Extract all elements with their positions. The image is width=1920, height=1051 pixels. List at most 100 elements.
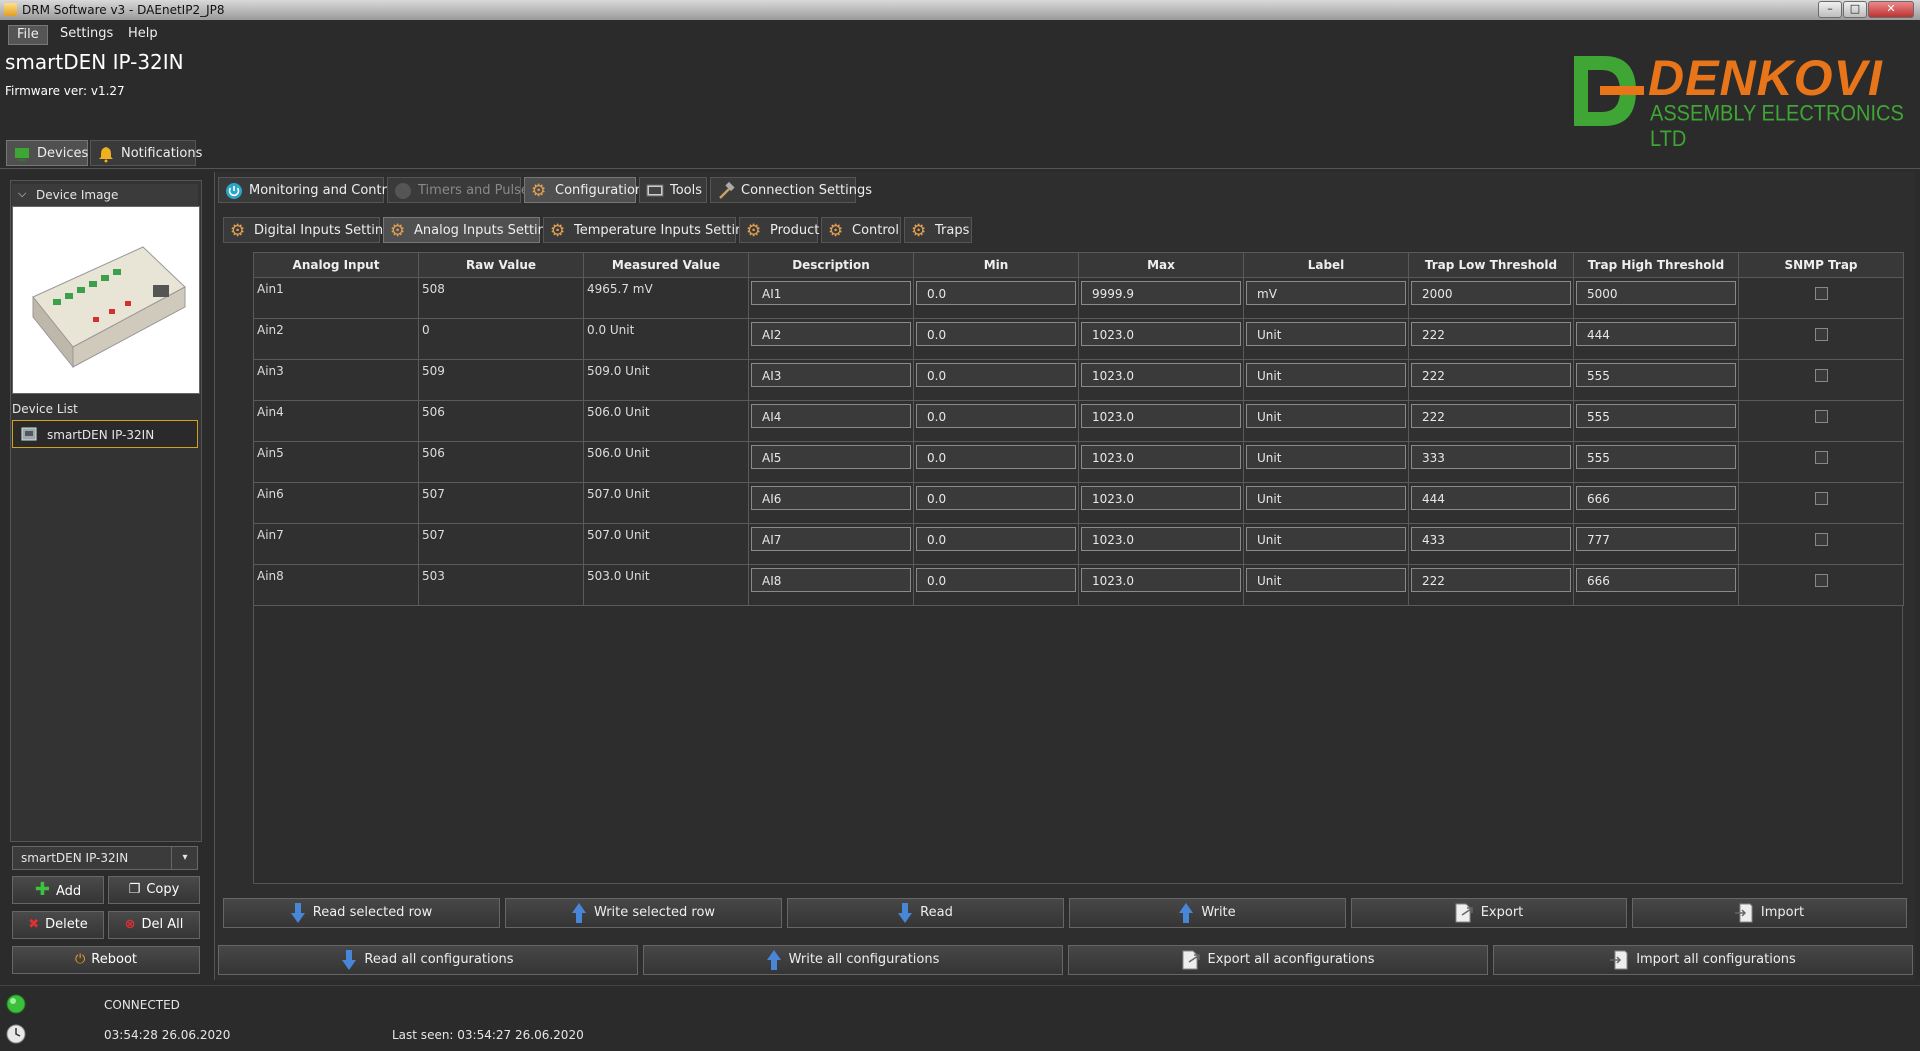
snmp-trap-checkbox[interactable] xyxy=(1814,287,1828,300)
description-input[interactable]: AI4 xyxy=(751,404,911,428)
high-input[interactable]: 666 xyxy=(1576,486,1736,510)
table-row[interactable]: Ain5 506 506.0 Unit AI5 0.0 1023.0 Unit 333 555 xyxy=(253,441,1904,483)
high-input[interactable]: 444 xyxy=(1576,322,1736,346)
tab-temperature-inputs-settings[interactable]: ⚙ Temperature Inputs Settings xyxy=(543,217,758,243)
high-input[interactable]: 555 xyxy=(1576,445,1736,469)
snmp-trap-checkbox[interactable] xyxy=(1814,533,1828,546)
high-input[interactable]: 777 xyxy=(1576,527,1736,551)
column-header[interactable]: Label xyxy=(1243,252,1409,278)
low-input[interactable]: 222 xyxy=(1411,404,1571,428)
table-row[interactable]: Ain8 503 503.0 Unit AI8 0.0 1023.0 Unit 222 666 xyxy=(253,564,1904,606)
column-header[interactable]: Raw Value xyxy=(418,252,584,278)
max-input[interactable]: 1023.0 xyxy=(1081,445,1241,469)
copy-button[interactable]: ❐ Copy xyxy=(108,876,200,904)
label-input[interactable]: Unit xyxy=(1246,527,1406,551)
snmp-trap-checkbox[interactable] xyxy=(1814,369,1828,382)
menu-file[interactable]: File xyxy=(8,25,48,45)
tab-digital-inputs-settings[interactable]: ⚙ Digital Inputs Settings xyxy=(223,217,398,243)
label-input[interactable]: Unit xyxy=(1246,404,1406,428)
device-select[interactable]: smartDEN IP-32IN ▾ xyxy=(12,846,198,870)
column-header[interactable]: Min xyxy=(913,252,1079,278)
description-input[interactable]: AI7 xyxy=(751,527,911,551)
menu-settings[interactable]: Settings xyxy=(52,25,121,43)
chevron-down-icon[interactable]: ▾ xyxy=(171,847,198,869)
menu-help[interactable]: Help xyxy=(120,25,166,43)
label-input[interactable]: mV xyxy=(1246,281,1406,305)
high-input[interactable]: 5000 xyxy=(1576,281,1736,305)
max-input[interactable]: 1023.0 xyxy=(1081,363,1241,387)
delete-all-button[interactable]: ⊗ Del All xyxy=(108,911,200,939)
write-selected-row-button[interactable]: Write selected row xyxy=(505,898,782,928)
low-input[interactable]: 2000 xyxy=(1411,281,1571,305)
snmp-trap-checkbox[interactable] xyxy=(1814,410,1828,423)
max-input[interactable]: 9999.9 xyxy=(1081,281,1241,305)
label-input[interactable]: Unit xyxy=(1246,486,1406,510)
column-header[interactable]: Description xyxy=(748,252,914,278)
read-selected-row-button[interactable]: Read selected row xyxy=(223,898,500,928)
max-input[interactable]: 1023.0 xyxy=(1081,486,1241,510)
device-image-header[interactable]: ⌵ Device Image xyxy=(12,184,198,206)
import-button[interactable]: Import xyxy=(1632,898,1907,928)
snmp-trap-checkbox[interactable] xyxy=(1814,451,1828,464)
low-input[interactable]: 222 xyxy=(1411,322,1571,346)
max-input[interactable]: 1023.0 xyxy=(1081,527,1241,551)
high-input[interactable]: 555 xyxy=(1576,404,1736,428)
add-button[interactable]: ✚ Add xyxy=(12,876,104,904)
tab-control[interactable]: ⚙ Control xyxy=(821,217,901,243)
label-input[interactable]: Unit xyxy=(1246,445,1406,469)
reboot-button[interactable]: ⏻ Reboot xyxy=(12,946,200,974)
min-input[interactable]: 0.0 xyxy=(916,322,1076,346)
read-all-configurations-button[interactable]: Read all configurations xyxy=(218,945,638,975)
column-header[interactable]: Max xyxy=(1078,252,1244,278)
table-row[interactable]: Ain2 0 0.0 Unit AI2 0.0 1023.0 Unit 222 444 xyxy=(253,318,1904,360)
maximize-button[interactable]: □ xyxy=(1843,1,1867,18)
high-input[interactable]: 666 xyxy=(1576,568,1736,592)
minimize-button[interactable]: – xyxy=(1818,1,1842,18)
low-input[interactable]: 433 xyxy=(1411,527,1571,551)
table-row[interactable]: Ain3 509 509.0 Unit AI3 0.0 1023.0 Unit 222 555 xyxy=(253,359,1904,401)
snmp-trap-checkbox[interactable] xyxy=(1814,574,1828,587)
min-input[interactable]: 0.0 xyxy=(916,363,1076,387)
tab-configuration[interactable]: ⚙ Configuration xyxy=(524,177,643,203)
write-button[interactable]: Write xyxy=(1069,898,1346,928)
tab-connection-settings[interactable]: Connection Settings xyxy=(710,177,872,203)
tab-product[interactable]: ⚙ Product xyxy=(739,217,819,243)
tab-monitoring-and-control[interactable]: Monitoring and Control xyxy=(218,177,398,203)
label-input[interactable]: Unit xyxy=(1246,363,1406,387)
tab-tools[interactable]: Tools xyxy=(639,177,707,203)
tab-traps[interactable]: ⚙ Traps xyxy=(904,217,972,243)
write-all-configurations-button[interactable]: Write all configurations xyxy=(643,945,1063,975)
export-button[interactable]: Export xyxy=(1351,898,1627,928)
low-input[interactable]: 444 xyxy=(1411,486,1571,510)
min-input[interactable]: 0.0 xyxy=(916,568,1076,592)
device-list-item[interactable]: smartDEN IP-32IN xyxy=(12,420,198,448)
description-input[interactable]: AI3 xyxy=(751,363,911,387)
low-input[interactable]: 222 xyxy=(1411,568,1571,592)
high-input[interactable]: 555 xyxy=(1576,363,1736,387)
max-input[interactable]: 1023.0 xyxy=(1081,404,1241,428)
import-all-configurations-button[interactable]: Import all configurations xyxy=(1493,945,1913,975)
table-row[interactable]: Ain4 506 506.0 Unit AI4 0.0 1023.0 Unit 222 555 xyxy=(253,400,1904,442)
label-input[interactable]: Unit xyxy=(1246,568,1406,592)
snmp-trap-checkbox[interactable] xyxy=(1814,492,1828,505)
tab-analog-inputs-settings[interactable]: ⚙ Analog Inputs Settings xyxy=(383,217,561,243)
column-header[interactable]: Measured Value xyxy=(583,252,749,278)
low-input[interactable]: 222 xyxy=(1411,363,1571,387)
description-input[interactable]: AI8 xyxy=(751,568,911,592)
export-all-configurations-button[interactable]: Export all aconfigurations xyxy=(1068,945,1488,975)
min-input[interactable]: 0.0 xyxy=(916,445,1076,469)
description-input[interactable]: AI5 xyxy=(751,445,911,469)
table-row[interactable]: Ain6 507 507.0 Unit AI6 0.0 1023.0 Unit 444 666 xyxy=(253,482,1904,524)
table-row[interactable]: Ain1 508 4965.7 mV AI1 0.0 9999.9 mV 2000 5000 xyxy=(253,277,1904,319)
tab-notifications[interactable]: Notifications xyxy=(90,140,202,166)
close-button[interactable]: ✕ xyxy=(1868,1,1914,18)
description-input[interactable]: AI1 xyxy=(751,281,911,305)
tab-devices[interactable]: Devices xyxy=(6,140,88,166)
description-input[interactable]: AI2 xyxy=(751,322,911,346)
min-input[interactable]: 0.0 xyxy=(916,486,1076,510)
read-button[interactable]: Read xyxy=(787,898,1064,928)
column-header[interactable]: Analog Input xyxy=(253,252,419,278)
min-input[interactable]: 0.0 xyxy=(916,281,1076,305)
column-header[interactable]: Trap Low Threshold xyxy=(1408,252,1574,278)
table-row[interactable]: Ain7 507 507.0 Unit AI7 0.0 1023.0 Unit 433 777 xyxy=(253,523,1904,565)
